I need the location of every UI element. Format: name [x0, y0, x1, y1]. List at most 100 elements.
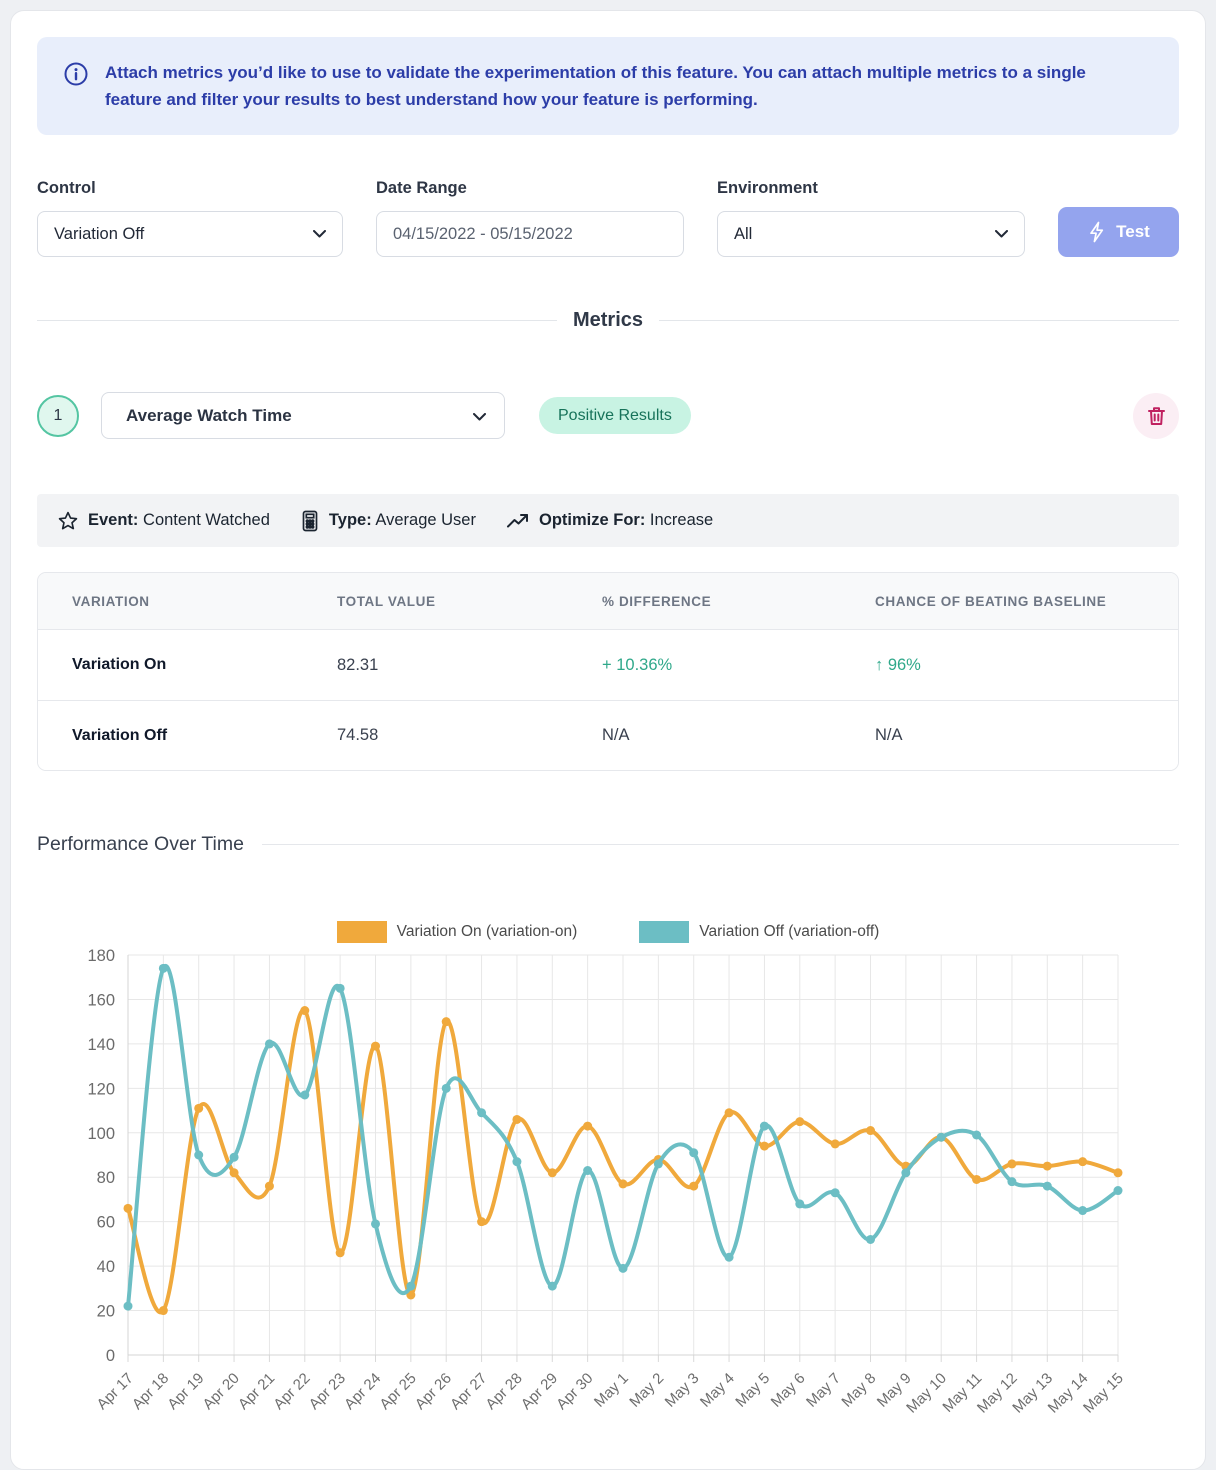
- y-axis-label: 0: [106, 1347, 115, 1365]
- y-axis-label: 160: [87, 991, 115, 1009]
- y-axis-label: 140: [87, 1036, 115, 1054]
- x-axis-label: May 1: [591, 1370, 632, 1411]
- x-axis-label: Apr 26: [412, 1370, 455, 1413]
- y-axis-label: 180: [87, 949, 115, 965]
- date-range-field: Date Range: [376, 179, 684, 257]
- row-total-value: 82.31: [337, 656, 602, 675]
- col-header-total-value: TOTAL VALUE: [337, 594, 602, 609]
- performance-chart: Apr 17Apr 18Apr 19Apr 20Apr 21Apr 22Apr …: [37, 949, 1181, 1454]
- performance-title: Performance Over Time: [37, 833, 244, 856]
- x-axis-label: Apr 20: [200, 1370, 243, 1413]
- chart-point-series-0: [689, 1182, 698, 1191]
- chart-point-series-1: [477, 1108, 486, 1117]
- chart-point-series-1: [583, 1166, 592, 1175]
- chart-point-series-1: [124, 1302, 133, 1311]
- chart-point-series-1: [194, 1151, 203, 1160]
- control-field: Control Variation Off: [37, 179, 343, 257]
- chart-point-series-1: [512, 1157, 521, 1166]
- legend-item-variation-on[interactable]: Variation On (variation-on): [337, 921, 578, 943]
- chart-point-series-0: [583, 1122, 592, 1131]
- calculator-icon: [300, 510, 320, 532]
- chart-point-series-1: [1043, 1182, 1052, 1191]
- trash-icon: [1146, 405, 1167, 427]
- chart-point-series-0: [972, 1175, 981, 1184]
- info-icon: [63, 61, 89, 87]
- chart-point-series-1: [442, 1084, 451, 1093]
- chart-point-series-1: [548, 1282, 557, 1291]
- chart-point-series-0: [124, 1204, 133, 1213]
- chart-point-series-1: [336, 984, 345, 993]
- x-axis-label: Apr 23: [306, 1370, 349, 1413]
- metric-row: 1 Average Watch Time Positive Results: [37, 392, 1179, 439]
- row-difference: + 10.36%: [602, 656, 875, 675]
- chart-point-series-1: [300, 1091, 309, 1100]
- x-axis-label: May 4: [697, 1370, 738, 1411]
- chart-point-series-1: [1007, 1177, 1016, 1186]
- row-chance: ↑ 96%: [875, 656, 1178, 675]
- chart-point-series-1: [866, 1235, 875, 1244]
- control-select-value: Variation Off: [54, 225, 144, 244]
- x-axis-label: Apr 27: [447, 1370, 490, 1413]
- performance-chart-svg: Apr 17Apr 18Apr 19Apr 20Apr 21Apr 22Apr …: [37, 949, 1181, 1449]
- x-axis-label: Apr 17: [94, 1370, 137, 1413]
- row-total-value: 74.58: [337, 726, 602, 745]
- x-axis-label: May 8: [838, 1370, 879, 1411]
- test-button[interactable]: Test: [1058, 207, 1179, 257]
- control-label: Control: [37, 179, 343, 198]
- chevron-down-icon: [473, 413, 486, 421]
- test-button-label: Test: [1116, 222, 1150, 242]
- y-axis-label: 60: [97, 1214, 115, 1232]
- chart-point-series-0: [725, 1108, 734, 1117]
- trending-up-icon: [506, 512, 530, 530]
- environment-field: Environment All: [717, 179, 1025, 257]
- metric-select[interactable]: Average Watch Time: [101, 392, 505, 439]
- col-header-variation: VARIATION: [72, 594, 337, 609]
- legend-swatch-variation-off: [639, 921, 689, 943]
- filters-row: Control Variation Off Date Range Environ…: [37, 179, 1179, 257]
- col-header-chance: CHANCE OF BEATING BASELINE: [875, 594, 1178, 609]
- control-select[interactable]: Variation Off: [37, 211, 343, 257]
- chart-point-series-0: [442, 1017, 451, 1026]
- legend-label: Variation On (variation-on): [397, 923, 578, 941]
- delete-metric-button[interactable]: [1133, 393, 1179, 439]
- event-label: Event:: [88, 511, 138, 529]
- divider-line: [37, 320, 557, 321]
- chart-point-series-0: [866, 1126, 875, 1135]
- legend-swatch-variation-on: [337, 921, 387, 943]
- info-banner-text: Attach metrics you’d like to use to vali…: [105, 59, 1135, 113]
- chart-point-series-0: [371, 1042, 380, 1051]
- chart-point-series-0: [336, 1248, 345, 1257]
- star-icon: [57, 510, 79, 532]
- date-range-input[interactable]: [376, 211, 684, 257]
- x-axis-label: Apr 18: [129, 1370, 172, 1413]
- environment-select[interactable]: All: [717, 211, 1025, 257]
- chevron-down-icon: [995, 230, 1008, 238]
- metrics-divider: Metrics: [37, 309, 1179, 332]
- legend-item-variation-off[interactable]: Variation Off (variation-off): [639, 921, 879, 943]
- chart-point-series-1: [619, 1264, 628, 1273]
- metric-select-value: Average Watch Time: [126, 406, 292, 426]
- main-panel: Attach metrics you’d like to use to vali…: [10, 10, 1206, 1470]
- chart-point-series-0: [1007, 1159, 1016, 1168]
- optimize-for-value: Increase: [650, 511, 713, 529]
- chart-point-series-1: [265, 1039, 274, 1048]
- optimize-for-label: Optimize For:: [539, 511, 645, 529]
- chart-point-series-0: [548, 1168, 557, 1177]
- x-axis-label: May 5: [732, 1370, 773, 1411]
- event-value: Content Watched: [143, 511, 270, 529]
- divider-line: [262, 844, 1179, 845]
- metric-meta-bar: Event: Content Watched Type: Average Use…: [37, 494, 1179, 547]
- table-row: Variation On 82.31 + 10.36% ↑ 96%: [38, 630, 1178, 700]
- chart-point-series-0: [619, 1179, 628, 1188]
- chart-point-series-1: [831, 1188, 840, 1197]
- x-axis-label: Apr 29: [518, 1370, 561, 1413]
- chart-point-series-0: [230, 1168, 239, 1177]
- results-table: VARIATION TOTAL VALUE % DIFFERENCE CHANC…: [37, 572, 1179, 771]
- positive-results-badge: Positive Results: [539, 397, 691, 434]
- performance-section-header: Performance Over Time: [37, 833, 1179, 856]
- date-range-label: Date Range: [376, 179, 684, 198]
- divider-line: [659, 320, 1179, 321]
- chart-point-series-1: [725, 1253, 734, 1262]
- chart-point-series-1: [371, 1219, 380, 1228]
- type-value: Average User: [375, 511, 476, 529]
